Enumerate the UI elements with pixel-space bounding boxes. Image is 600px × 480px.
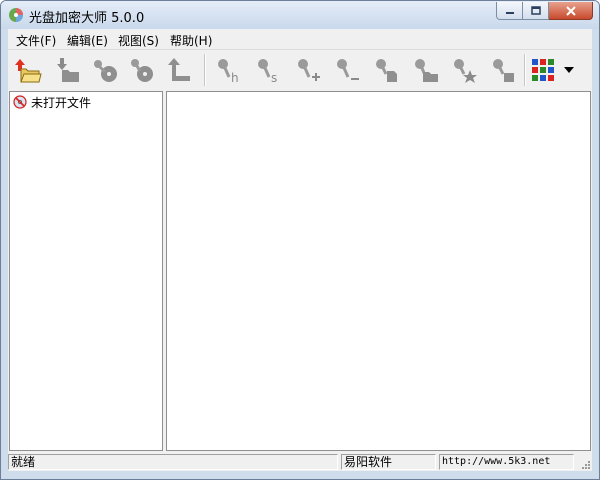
status-url: http://www.5k3.net [439,454,574,470]
key-file-icon [376,59,397,82]
key-block-button[interactable] [488,55,518,85]
window-title: 光盘加密大师 5.0.0 [29,11,145,26]
view-grid-button[interactable] [529,55,559,85]
status-state: 就绪 [8,454,338,470]
key-remove-icon [337,59,359,80]
disc-key-alt-icon [131,59,153,82]
tree-root-item[interactable]: 未打开文件 [13,94,91,110]
up-level-button[interactable] [165,55,195,85]
key-file-button[interactable] [371,55,401,85]
disc-key-icon [94,60,117,82]
import-icon [57,58,79,82]
svg-text:h: h [231,71,239,85]
key-s-button[interactable]: s [253,55,283,85]
open-file-button[interactable] [12,55,42,85]
title-bar[interactable]: 光盘加密大师 5.0.0 [1,1,599,29]
maximize-button[interactable] [523,2,549,20]
menu-edit[interactable]: 编辑(E) [67,32,108,49]
key-hide-icon: h [218,59,239,85]
toolbar: h s [8,50,592,90]
status-bar: 就绪 易阳软件 http://www.5k3.net [8,453,592,471]
key-star-icon [454,59,477,83]
tree-panel[interactable]: 未打开文件 [9,91,163,451]
key-s-icon: s [258,59,277,85]
view-dropdown-button[interactable] [560,55,580,85]
key-add-icon [298,59,320,81]
key-folder-icon [415,59,438,82]
disc-key-button[interactable] [90,55,120,85]
no-disc-icon [13,95,27,109]
minimize-icon [505,11,514,14]
main-window: 光盘加密大师 5.0.0 文件(F) 编辑(E) 视图(S) 帮助(H) h s… [0,0,600,480]
close-icon [565,5,576,16]
menu-bar: 文件(F) 编辑(E) 视图(S) 帮助(H) [8,29,592,50]
menu-view[interactable]: 视图(S) [118,32,159,49]
content-panel[interactable] [166,91,591,451]
maximize-icon [530,6,541,15]
svg-text:s: s [271,71,277,85]
up-level-icon [168,58,190,81]
open-file-icon [15,59,42,83]
disc-key-alt-button[interactable] [126,55,156,85]
minimize-button[interactable] [496,2,523,20]
toolbar-separator-2 [524,54,526,86]
toolbar-separator [204,54,206,86]
key-star-button[interactable] [449,55,479,85]
key-hide-button[interactable]: h [213,55,243,85]
resize-grip-icon[interactable] [579,458,591,470]
tree-root-label: 未打开文件 [31,95,92,110]
key-folder-button[interactable] [410,55,440,85]
key-add-button[interactable] [293,55,323,85]
import-button[interactable] [52,55,82,85]
close-button[interactable] [549,2,593,20]
view-grid-icon [532,59,554,81]
menu-file[interactable]: 文件(F) [16,32,56,49]
dropdown-arrow-icon [564,67,574,73]
key-block-icon [493,59,514,82]
status-company: 易阳软件 [341,454,436,470]
app-icon [9,8,23,22]
client-area: 文件(F) 编辑(E) 视图(S) 帮助(H) h s 未打开文件 就绪 易阳软… [8,29,592,471]
menu-help[interactable]: 帮助(H) [170,32,212,49]
key-remove-button[interactable] [332,55,362,85]
